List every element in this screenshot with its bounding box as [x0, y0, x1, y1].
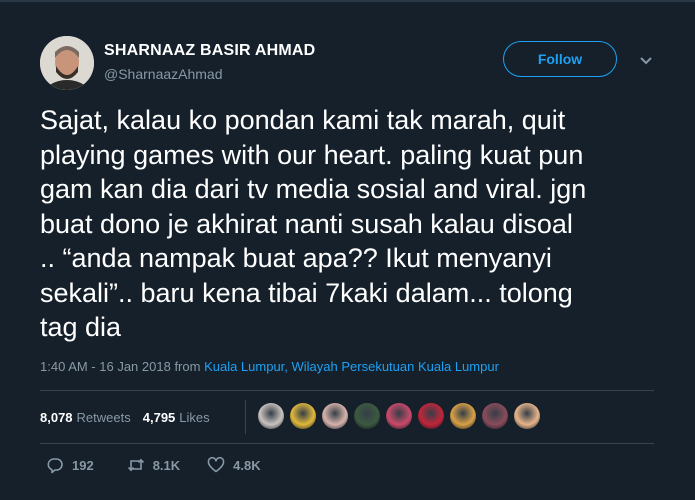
- reply-count: 192: [72, 457, 94, 473]
- tweet-location[interactable]: Kuala Lumpur, Wilayah Persekutuan Kuala …: [204, 359, 499, 374]
- reply-icon: [47, 458, 63, 474]
- stats-separator: [245, 400, 246, 434]
- liker-avatar[interactable]: [354, 403, 380, 429]
- heart-icon: [207, 456, 225, 473]
- liker-avatar[interactable]: [258, 403, 284, 429]
- liker-avatar[interactable]: [418, 403, 444, 429]
- tweet-actions: 192 8.1K 4.8K: [46, 456, 261, 474]
- retweet-button[interactable]: 8.1K: [127, 456, 180, 474]
- retweet-count: 8.1K: [152, 457, 181, 473]
- liker-avatars: [258, 403, 546, 429]
- liker-avatar[interactable]: [482, 403, 508, 429]
- tweet-meta: 1:40 AM - 16 Jan 2018 from Kuala Lumpur,…: [40, 359, 499, 374]
- display-name[interactable]: SHARNAAZ BASIR AHMAD: [104, 42, 315, 60]
- retweets-stat[interactable]: 8,078 Retweets: [40, 410, 131, 425]
- liker-avatar[interactable]: [514, 403, 540, 429]
- follow-button[interactable]: Follow: [503, 41, 617, 77]
- retweets-count: 8,078: [40, 409, 73, 425]
- divider: [40, 443, 654, 444]
- liker-avatar[interactable]: [322, 403, 348, 429]
- chevron-down-icon[interactable]: [638, 52, 654, 68]
- liker-avatar[interactable]: [450, 403, 476, 429]
- tweet-timestamp[interactable]: 1:40 AM - 16 Jan 2018: [40, 359, 171, 374]
- liker-avatar[interactable]: [386, 403, 412, 429]
- divider: [40, 390, 654, 391]
- retweet-icon: [127, 458, 144, 472]
- avatar-image: [40, 36, 94, 90]
- tweet-header: SHARNAAZ BASIR AHMAD @SharnaazAhmad Foll…: [40, 36, 660, 92]
- liker-avatar[interactable]: [290, 403, 316, 429]
- likes-stat[interactable]: 4,795 Likes: [143, 410, 210, 425]
- retweets-label: Retweets: [76, 409, 131, 425]
- tweet-text: Sajat, kalau ko pondan kami tak marah, q…: [40, 105, 587, 342]
- reply-button[interactable]: 192: [46, 456, 94, 474]
- user-handle[interactable]: @SharnaazAhmad: [104, 66, 223, 82]
- avatar[interactable]: [40, 36, 94, 90]
- likes-count: 4,795: [142, 409, 176, 425]
- from-label: from: [174, 359, 201, 374]
- like-count: 4.8K: [233, 457, 261, 473]
- tweet-stats: 8,078 Retweets 4,795 Likes: [40, 403, 210, 431]
- like-button[interactable]: 4.8K: [207, 456, 261, 474]
- likes-label: Likes: [179, 409, 210, 425]
- top-border: [0, 0, 695, 2]
